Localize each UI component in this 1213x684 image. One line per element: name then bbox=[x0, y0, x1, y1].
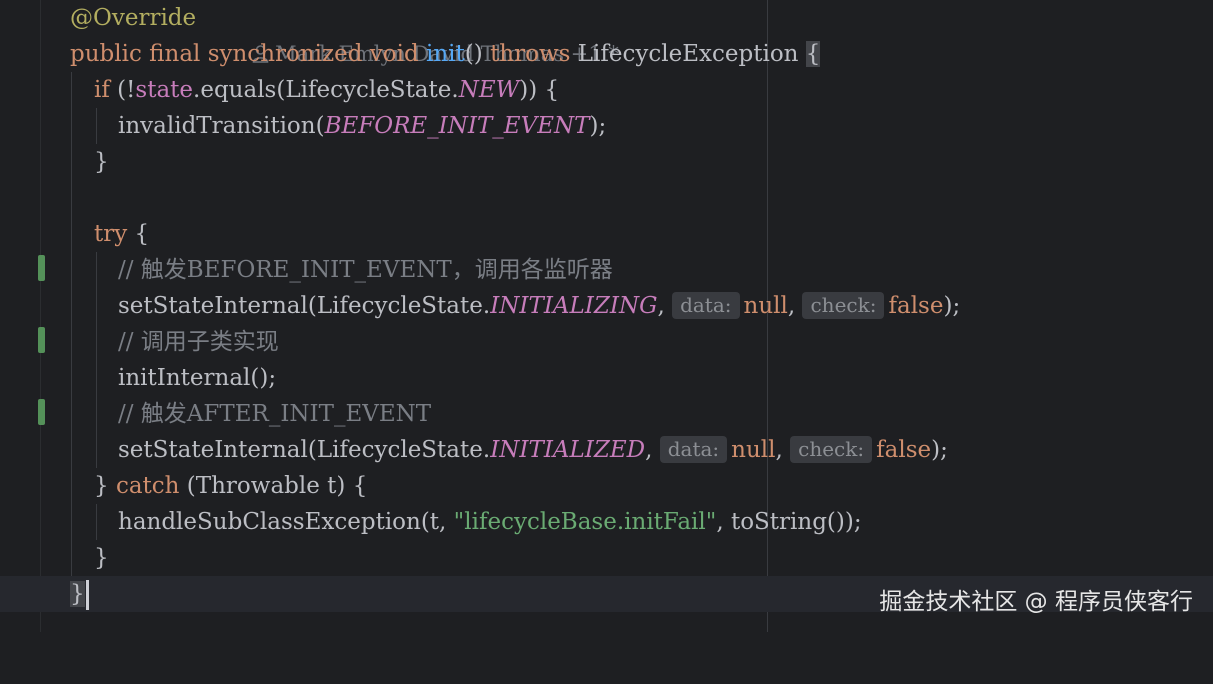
code-line[interactable]: setStateInternal(LifecycleState.INITIALI… bbox=[0, 432, 1213, 468]
code-line[interactable]: // 触发BEFORE_INIT_EVENT，调用各监听器 bbox=[0, 252, 1213, 288]
code-line[interactable]: setStateInternal(LifecycleState.INITIALI… bbox=[0, 288, 1213, 324]
string-literal: "lifecycleBase.initFail" bbox=[453, 509, 717, 535]
comment: // 触发AFTER_INIT_EVENT bbox=[118, 401, 432, 427]
annotation: @Override bbox=[70, 5, 197, 31]
code-line[interactable]: // 调用子类实现 bbox=[0, 324, 1213, 360]
watermark: 掘金技术社区 @ 程序员侠客行 bbox=[879, 589, 1193, 615]
code-line[interactable]: @Override Mark Emlyn David Thomas +1 * bbox=[0, 0, 1213, 66]
code-line[interactable]: public final synchronized void init() th… bbox=[0, 36, 1213, 72]
parameter-hint-data: data: bbox=[659, 436, 728, 463]
code-line[interactable]: invalidTransition(BEFORE_INIT_EVENT); bbox=[0, 108, 1213, 144]
comment: // 触发BEFORE_INIT_EVENT，调用各监听器 bbox=[118, 257, 613, 283]
matched-brace: { bbox=[805, 41, 821, 67]
code-line[interactable]: // 触发AFTER_INIT_EVENT bbox=[0, 396, 1213, 432]
code-line[interactable]: try { bbox=[0, 216, 1213, 252]
comment: // 调用子类实现 bbox=[118, 329, 279, 355]
code-editor[interactable]: @Override Mark Emlyn David Thomas +1 * p… bbox=[0, 0, 1213, 632]
text-caret bbox=[85, 580, 89, 610]
parameter-hint-data: data: bbox=[672, 292, 740, 319]
parameter-hint-check: check: bbox=[790, 436, 873, 463]
code-line-empty[interactable] bbox=[0, 180, 1213, 216]
method-signature: public final synchronized void init() th… bbox=[70, 41, 821, 67]
code-line[interactable]: handleSubClassException(t, "lifecycleBas… bbox=[0, 504, 1213, 540]
code-line[interactable]: initInternal(); bbox=[0, 360, 1213, 396]
parameter-hint-check: check: bbox=[802, 292, 885, 319]
code-line[interactable]: } catch (Throwable t) { bbox=[0, 468, 1213, 504]
method-name: init bbox=[426, 41, 465, 67]
matched-brace: } bbox=[70, 581, 85, 607]
code-line[interactable]: } bbox=[0, 144, 1213, 180]
code-line[interactable]: if (!state.equals(LifecycleState.NEW)) { bbox=[0, 72, 1213, 108]
code-line[interactable]: } bbox=[0, 540, 1213, 576]
